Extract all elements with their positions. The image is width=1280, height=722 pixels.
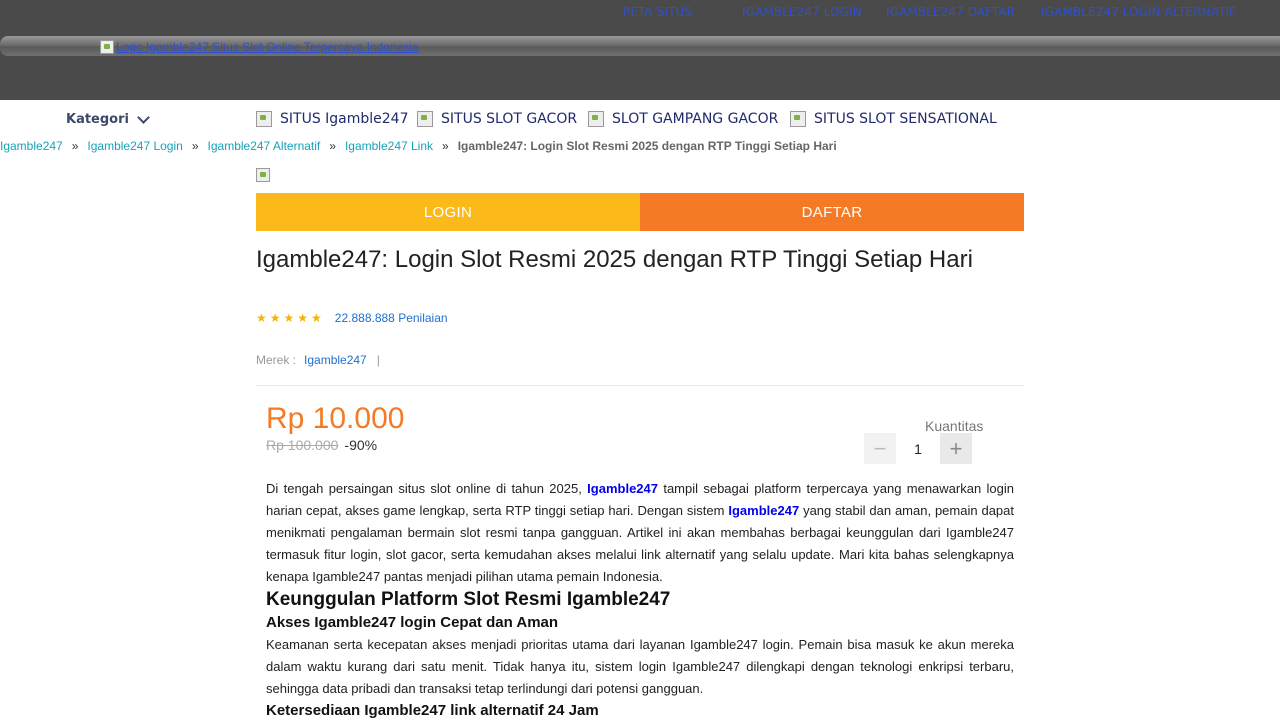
breadcrumb-link-link[interactable]: Igamble247 Link (345, 139, 433, 153)
quantity-plus-button[interactable]: + (940, 433, 972, 464)
breadcrumb-link-login[interactable]: Igamble247 Login (87, 139, 182, 153)
nav-item-slot-gampang-gacor[interactable]: SLOT GAMPANG GACOR (588, 111, 778, 127)
article-paragraph: Keamanan serta kecepatan akses menjadi p… (266, 637, 1014, 696)
broken-image-icon (256, 111, 272, 127)
header-bar: PETA SITUS IGAMBLE247 LOGIN IGAMBLE247 D… (0, 0, 1280, 100)
article-heading: Keunggulan Platform Slot Resmi Igamble24… (266, 589, 671, 610)
top-link-login-alternatif[interactable]: IGAMBLE247 LOGIN ALTERNATIF (1041, 5, 1236, 19)
old-price: Rp 100.000 (266, 437, 339, 453)
star-rating-icon: ★★★★★ (256, 311, 325, 325)
broken-image-icon (588, 111, 604, 127)
discount-badge: -90% (344, 437, 378, 453)
nav-item-label: SITUS SLOT SENSATIONAL (814, 111, 997, 127)
article-text: Di tengah persaingan situs slot online d… (266, 481, 588, 496)
brand-label: Merek : (256, 353, 297, 367)
quantity-stepper: − 1 + (864, 433, 972, 464)
breadcrumb-current: Igamble247: Login Slot Resmi 2025 dengan… (457, 139, 837, 153)
breadcrumb-separator: » (442, 139, 449, 153)
article-link[interactable]: Igamble247 (587, 481, 658, 496)
top-link-peta-situs[interactable]: PETA SITUS (623, 5, 692, 19)
article-subheading: Akses Igamble247 login Cepat dan Aman (266, 614, 559, 631)
product-title: Igamble247: Login Slot Resmi 2025 dengan… (256, 246, 973, 273)
nav-item-situs-slot-sensational[interactable]: SITUS SLOT SENSATIONAL (790, 111, 997, 127)
site-logo[interactable]: Logo Igamble247 Situs Slot Online Terper… (100, 40, 419, 54)
article-content: Di tengah persaingan situs slot online d… (266, 478, 1014, 722)
article-link[interactable]: Igamble247 (728, 503, 799, 518)
brand-row: Merek : Igamble247 | (256, 353, 380, 367)
breadcrumb: Igamble247 » Igamble247 Login » Igamble2… (0, 139, 837, 153)
breadcrumb-link-alternatif[interactable]: Igamble247 Alternatif (208, 139, 321, 153)
breadcrumb-separator: » (71, 139, 79, 153)
nav-item-situs-slot-gacor[interactable]: SITUS SLOT GACOR (417, 111, 577, 127)
broken-image-icon (790, 111, 806, 127)
brand-link[interactable]: Igamble247 (304, 353, 367, 367)
quantity-value[interactable]: 1 (896, 441, 940, 457)
breadcrumb-link-home[interactable]: Igamble247 (0, 139, 63, 153)
divider (256, 385, 1024, 386)
chevron-down-icon (137, 110, 150, 124)
top-link-login[interactable]: IGAMBLE247 LOGIN (742, 5, 862, 19)
quantity-minus-button[interactable]: − (864, 433, 896, 464)
old-price-row: Rp 100.000 -90% (266, 437, 377, 453)
top-link-daftar[interactable]: IGAMBLE247 DAFTAR (886, 5, 1015, 19)
quantity-label: Kuantitas (925, 418, 984, 434)
article-subheading: Ketersediaan Igamble247 link alternatif … (266, 702, 599, 719)
logo-alt-text: Logo Igamble247 Situs Slot Online Terper… (116, 40, 419, 54)
breadcrumb-separator: » (191, 139, 199, 153)
nav-item-label: SITUS SLOT GACOR (441, 111, 578, 127)
nav-item-situs-igamble247[interactable]: SITUS Igamble247 (256, 111, 409, 127)
brand-divider: | (376, 353, 380, 367)
broken-image-icon (256, 168, 270, 182)
kategori-label: Kategori (66, 112, 129, 127)
rating-row: ★★★★★ 22.888.888 Penilaian (256, 311, 448, 325)
nav-item-label: SLOT GAMPANG GACOR (612, 111, 779, 127)
action-buttons: LOGIN DAFTAR (256, 193, 1024, 231)
review-count[interactable]: 22.888.888 Penilaian (335, 311, 448, 325)
daftar-button[interactable]: DAFTAR (640, 193, 1024, 231)
login-button[interactable]: LOGIN (256, 193, 640, 231)
broken-image-icon (417, 111, 433, 127)
price: Rp 10.000 (266, 402, 405, 435)
broken-image-icon (100, 40, 114, 54)
article-paragraph: Di tengah persaingan situs slot online d… (266, 478, 1014, 588)
nav-item-label: SITUS Igamble247 (280, 111, 409, 127)
breadcrumb-separator: » (329, 139, 336, 153)
kategori-dropdown[interactable]: Kategori (66, 110, 150, 127)
